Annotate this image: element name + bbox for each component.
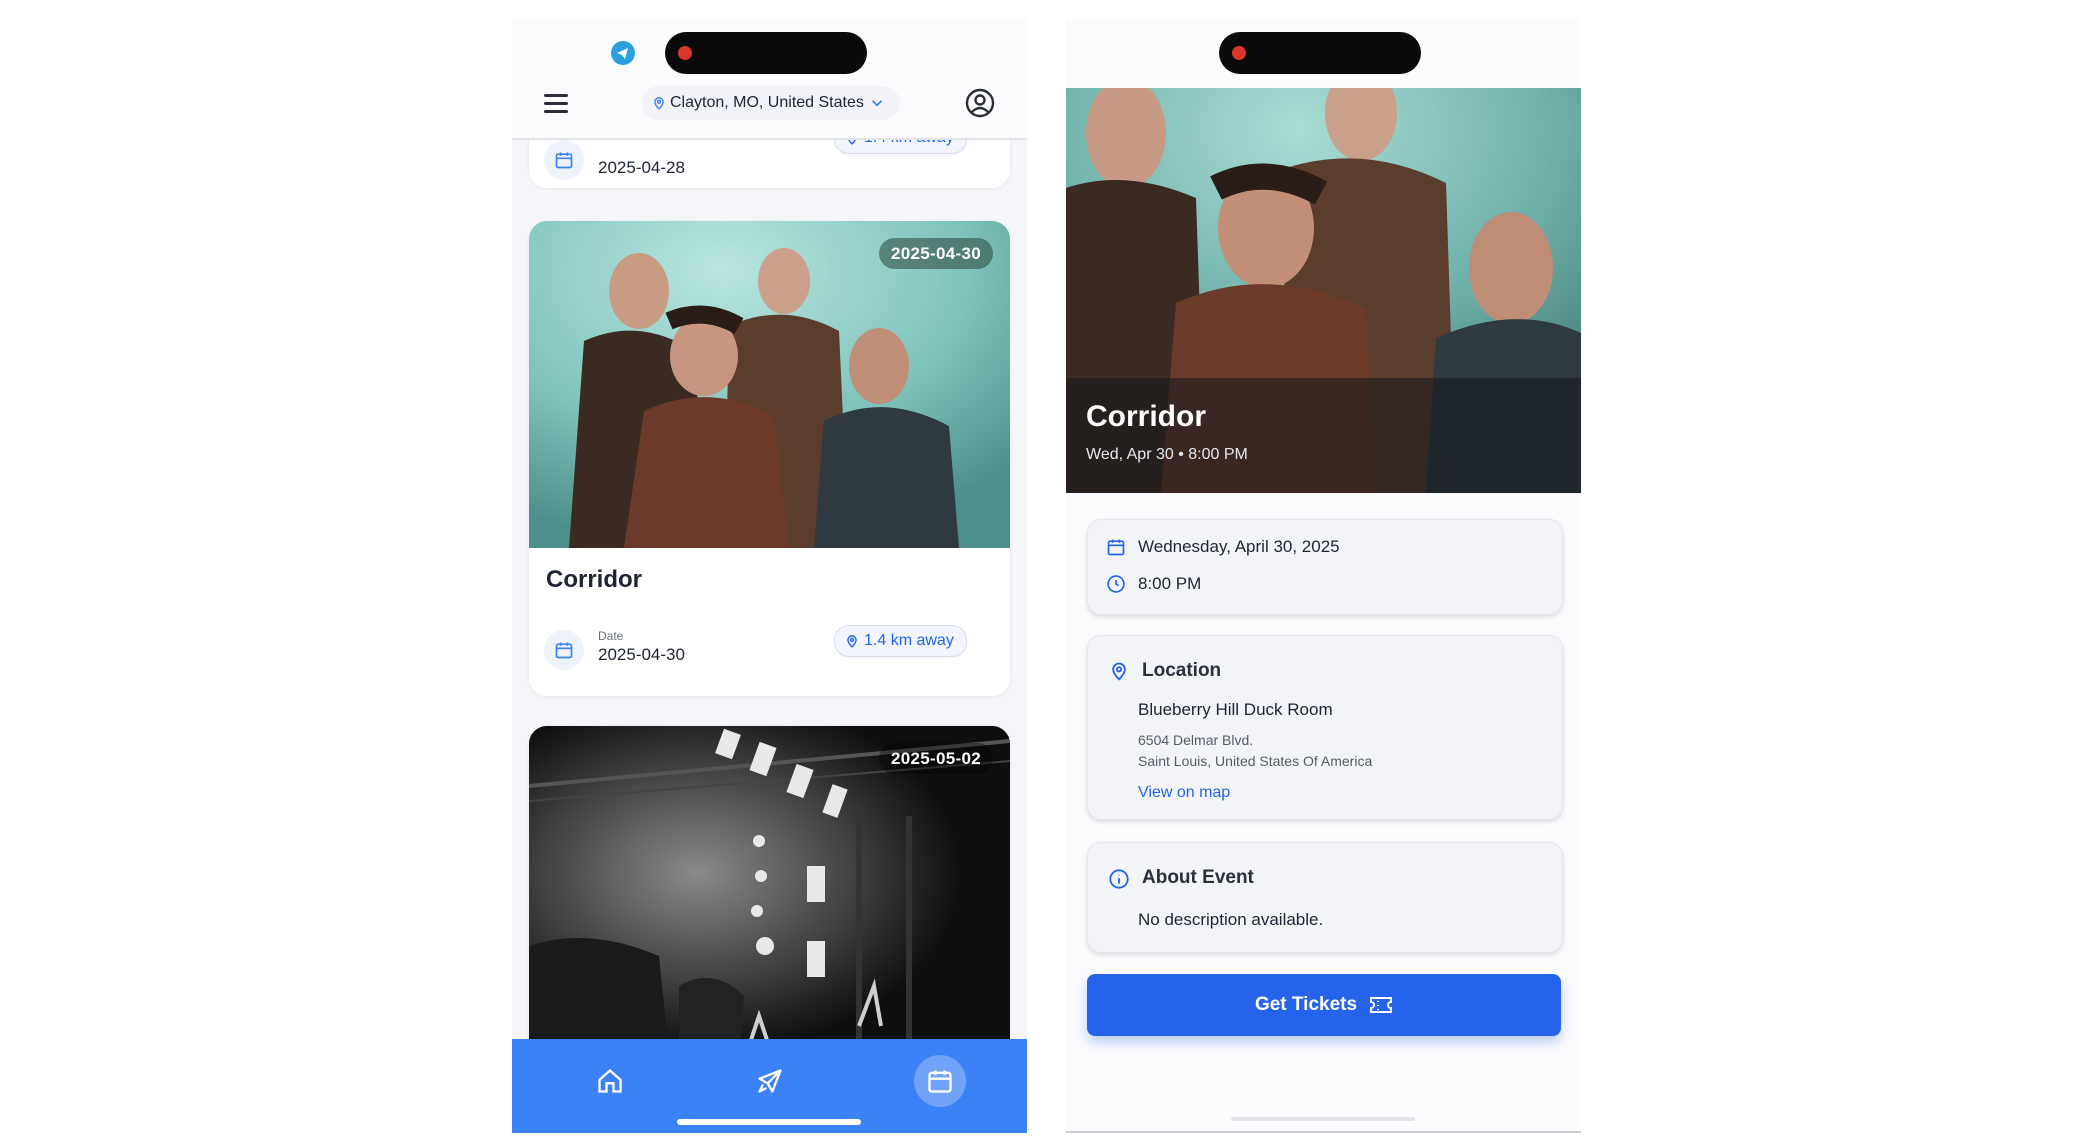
date-badge: 2025-05-02 xyxy=(879,743,993,774)
telegram-icon[interactable] xyxy=(611,41,635,65)
view-on-map-link[interactable]: View on map xyxy=(1138,784,1230,802)
recording-indicator-icon xyxy=(1232,46,1246,60)
location-heading: Location xyxy=(1142,660,1222,681)
info-icon xyxy=(1109,869,1129,889)
time-row: 8:00 PM xyxy=(1106,574,1201,594)
calendar-icon xyxy=(555,152,573,169)
map-pin-icon xyxy=(1112,662,1126,681)
event-photo xyxy=(529,221,1010,548)
event-hero: Corridor Wed, Apr 30 • 8:00 PM xyxy=(1066,88,1581,493)
chevron-down-icon xyxy=(871,100,882,107)
home-indicator xyxy=(677,1119,861,1125)
hero-overlay xyxy=(1066,378,1581,493)
calendar-icon xyxy=(555,642,573,659)
scroll-indicator xyxy=(1231,1117,1415,1121)
date-badge: 2025-04-30 xyxy=(879,238,993,269)
event-time: 8:00 PM xyxy=(1138,574,1202,593)
event-full-date: Wednesday, April 30, 2025 xyxy=(1138,537,1340,556)
map-pin-icon xyxy=(847,635,857,648)
calendar-icon-bubble xyxy=(544,140,584,180)
about-heading: About Event xyxy=(1142,867,1254,888)
date-row: Wednesday, April 30, 2025 xyxy=(1106,537,1340,557)
nav-flights[interactable] xyxy=(744,1055,796,1107)
calendar-icon xyxy=(928,1070,952,1093)
bottom-divider xyxy=(1066,1131,1581,1133)
home-icon xyxy=(598,1068,622,1093)
event-datetime-subtitle: Wed, Apr 30 • 8:00 PM xyxy=(1086,446,1248,463)
event-title: Corridor xyxy=(1086,400,1206,433)
datetime-card: Wednesday, April 30, 2025 8:00 PM xyxy=(1087,519,1563,615)
distance-pill[interactable]: 1.4 km away xyxy=(834,625,967,657)
calendar-icon-bubble xyxy=(544,630,584,670)
about-event-card: About Event No description available. xyxy=(1087,842,1563,953)
dynamic-island xyxy=(1219,32,1421,74)
recording-indicator-icon xyxy=(678,46,692,60)
get-tickets-label: Get Tickets xyxy=(1254,994,1358,1015)
location-text: Clayton, MO, United States xyxy=(670,94,864,111)
nav-home[interactable] xyxy=(584,1055,636,1107)
event-detail-screen: Corridor Wed, Apr 30 • 8:00 PM Wednesday… xyxy=(1066,18,1581,1133)
location-card: Location Blueberry Hill Duck Room 6504 D… xyxy=(1087,635,1563,820)
event-photo xyxy=(529,726,1010,1053)
distance-text: 1.4 km away xyxy=(864,632,954,649)
bottom-navigation xyxy=(512,1039,1027,1133)
dynamic-island xyxy=(665,32,867,74)
clock-icon xyxy=(1107,575,1125,593)
address-line-2: Saint Louis, United States Of America xyxy=(1138,753,1373,769)
map-pin-icon xyxy=(654,97,664,110)
get-tickets-button[interactable]: Get Tickets xyxy=(1087,974,1561,1036)
ticket-icon xyxy=(1370,997,1393,1013)
event-date: 2025-04-30 xyxy=(598,645,685,664)
airplane-icon xyxy=(758,1069,782,1093)
app-header: Clayton, MO, United States xyxy=(512,18,1027,140)
event-title: Corridor xyxy=(546,566,642,593)
event-card-concert[interactable]: 2025-05-02 xyxy=(529,726,1010,1056)
address-line-1: 6504 Delmar Blvd. xyxy=(1138,732,1254,748)
hamburger-menu-icon[interactable] xyxy=(544,94,568,116)
calendar-icon xyxy=(1107,539,1125,556)
event-description: No description available. xyxy=(1138,910,1324,929)
location-selector[interactable]: Clayton, MO, United States xyxy=(642,86,900,120)
event-date: 2025-04-28 xyxy=(598,158,685,177)
event-card-corridor[interactable]: 2025-04-30 Corridor Date 2025-04-30 1.4 … xyxy=(529,221,1010,696)
venue-name: Blueberry Hill Duck Room xyxy=(1138,700,1333,719)
nav-calendar[interactable] xyxy=(914,1055,966,1107)
date-label: Date xyxy=(598,629,624,643)
user-profile-icon[interactable] xyxy=(965,88,995,118)
events-list-screen: 2025-04-28 1.4 km away xyxy=(512,18,1027,1133)
